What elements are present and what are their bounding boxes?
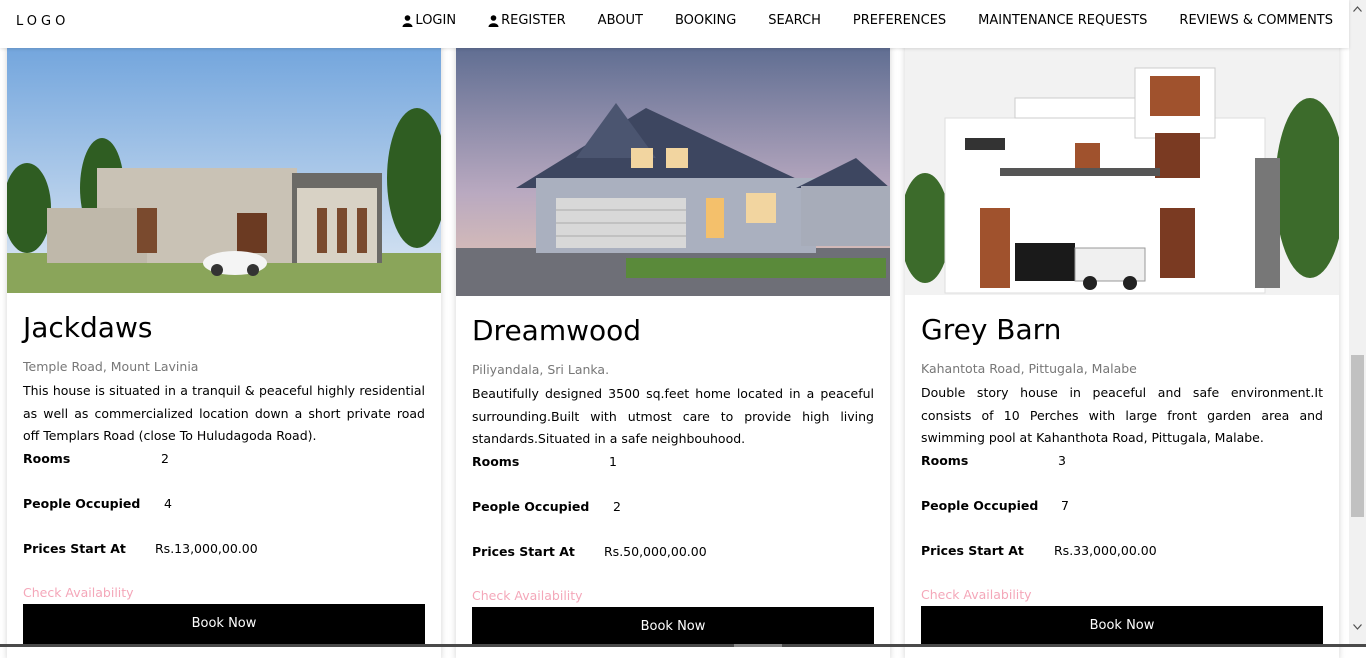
nav-maintenance-link[interactable]: MAINTENANCE REQUESTS xyxy=(962,13,1163,28)
people-row: People Occupied 7 xyxy=(921,495,1323,517)
people-label: People Occupied xyxy=(921,495,1061,517)
scroll-thumb[interactable] xyxy=(1351,355,1364,517)
rooms-row: Rooms 2 xyxy=(23,448,425,470)
rooms-value: 2 xyxy=(161,448,169,470)
price-label: Prices Start At xyxy=(23,538,155,560)
property-image xyxy=(7,38,441,293)
rooms-value: 3 xyxy=(1058,450,1066,472)
nav-about-link[interactable]: ABOUT xyxy=(582,13,659,28)
property-address: Kahantota Road, Pittugala, Malabe xyxy=(921,359,1323,379)
scroll-down-arrow-icon[interactable] xyxy=(1349,618,1366,635)
rooms-label: Rooms xyxy=(472,451,609,473)
book-now-button[interactable]: Book Now xyxy=(921,606,1323,646)
people-row: People Occupied 4 xyxy=(23,493,425,515)
rooms-value: 1 xyxy=(609,451,617,473)
user-icon xyxy=(402,15,413,27)
property-name: Jackdaws xyxy=(23,311,425,345)
price-label: Prices Start At xyxy=(921,540,1054,562)
price-row: Prices Start At Rs.13,000,00.00 xyxy=(23,538,425,560)
nav-search-link[interactable]: SEARCH xyxy=(752,13,837,28)
property-image xyxy=(905,38,1339,295)
rooms-row: Rooms 1 xyxy=(472,451,874,473)
nav-links: LOGIN REGISTER ABOUT BOOKING SEARCH PREF… xyxy=(386,13,1333,28)
people-label: People Occupied xyxy=(472,496,613,518)
property-address: Temple Road, Mount Lavinia xyxy=(23,357,425,377)
nav-login-link[interactable]: LOGIN xyxy=(386,13,472,28)
rooms-row: Rooms 3 xyxy=(921,450,1323,472)
price-row: Prices Start At Rs.33,000,00.00 xyxy=(921,540,1323,562)
nav-register-link[interactable]: REGISTER xyxy=(472,13,582,28)
nav-preferences-link[interactable]: PREFERENCES xyxy=(837,13,962,28)
people-value: 7 xyxy=(1061,495,1069,517)
vertical-scrollbar[interactable] xyxy=(1349,0,1366,647)
property-card: Dreamwood Piliyandala, Sri Lanka. Beauti… xyxy=(456,38,890,658)
people-value: 2 xyxy=(613,496,621,518)
price-label: Prices Start At xyxy=(472,541,604,563)
book-now-button[interactable]: Book Now xyxy=(23,604,425,644)
people-label: People Occupied xyxy=(23,493,164,515)
property-address: Piliyandala, Sri Lanka. xyxy=(472,360,874,380)
property-image xyxy=(456,38,890,296)
price-value: Rs.33,000,00.00 xyxy=(1054,540,1157,562)
rooms-label: Rooms xyxy=(23,448,161,470)
price-value: Rs.50,000,00.00 xyxy=(604,541,707,563)
price-row: Prices Start At Rs.50,000,00.00 xyxy=(472,541,874,563)
scroll-up-arrow-icon[interactable] xyxy=(1349,0,1366,17)
nav-booking-link[interactable]: BOOKING xyxy=(659,13,752,28)
nav-register-label: REGISTER xyxy=(501,13,566,28)
logo[interactable]: LOGO xyxy=(16,14,69,29)
check-availability-link[interactable]: Check Availability xyxy=(921,585,1323,605)
nav-login-label: LOGIN xyxy=(415,13,456,28)
nav-reviews-link[interactable]: REVIEWS & COMMENTS xyxy=(1163,13,1333,28)
check-availability-link[interactable]: Check Availability xyxy=(472,586,874,606)
user-icon xyxy=(488,15,499,27)
property-description: This house is situated in a tranquil & p… xyxy=(23,380,425,448)
property-name: Dreamwood xyxy=(472,314,874,348)
navbar: LOGO LOGIN REGISTER ABOUT BOOKING SEARCH… xyxy=(0,0,1349,48)
people-row: People Occupied 2 xyxy=(472,496,874,518)
people-value: 4 xyxy=(164,493,172,515)
book-now-button[interactable]: Book Now xyxy=(472,607,874,647)
rooms-label: Rooms xyxy=(921,450,1058,472)
check-availability-link[interactable]: Check Availability xyxy=(23,583,425,603)
property-cards: Jackdaws Temple Road, Mount Lavinia This… xyxy=(0,48,1349,647)
property-description: Beautifully designed 3500 sq.feet home l… xyxy=(472,383,874,451)
property-card: Jackdaws Temple Road, Mount Lavinia This… xyxy=(7,38,441,658)
property-card: Grey Barn Kahantota Road, Pittugala, Mal… xyxy=(905,38,1339,658)
property-name: Grey Barn xyxy=(921,313,1323,347)
price-value: Rs.13,000,00.00 xyxy=(155,538,258,560)
property-description: Double story house in peaceful and safe … xyxy=(921,382,1323,450)
